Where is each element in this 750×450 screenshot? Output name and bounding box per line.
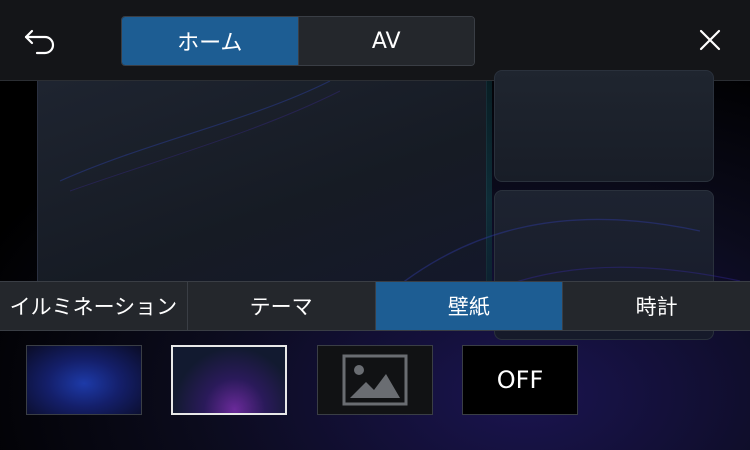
close-button[interactable] <box>690 20 730 60</box>
tab-clock[interactable]: 時計 <box>563 282 750 330</box>
close-icon <box>699 29 721 51</box>
top-bar: ホーム AV <box>0 0 750 81</box>
tab-av[interactable]: AV <box>297 17 474 65</box>
back-button[interactable] <box>20 20 60 60</box>
image-icon <box>342 354 408 406</box>
wallpaper-thumb-blue[interactable] <box>26 345 142 415</box>
wallpaper-off-button[interactable]: OFF <box>462 345 578 415</box>
tab-illumination[interactable]: イルミネーション <box>0 282 188 330</box>
preview-main-panel <box>37 81 487 281</box>
tab-wallpaper[interactable]: 壁紙 <box>375 282 564 330</box>
back-arrow-icon <box>24 29 55 55</box>
wallpaper-thumb-purple-selected[interactable] <box>171 345 287 415</box>
wallpaper-thumb-custom-image[interactable] <box>317 345 433 415</box>
tab-theme[interactable]: テーマ <box>188 282 376 330</box>
source-tabs: ホーム AV <box>121 16 475 66</box>
tab-home[interactable]: ホーム <box>122 17 298 65</box>
preview-widget-panel-top <box>494 70 714 182</box>
preview-divider <box>486 81 492 281</box>
settings-tabs: イルミネーション テーマ 壁紙 時計 <box>0 281 750 331</box>
